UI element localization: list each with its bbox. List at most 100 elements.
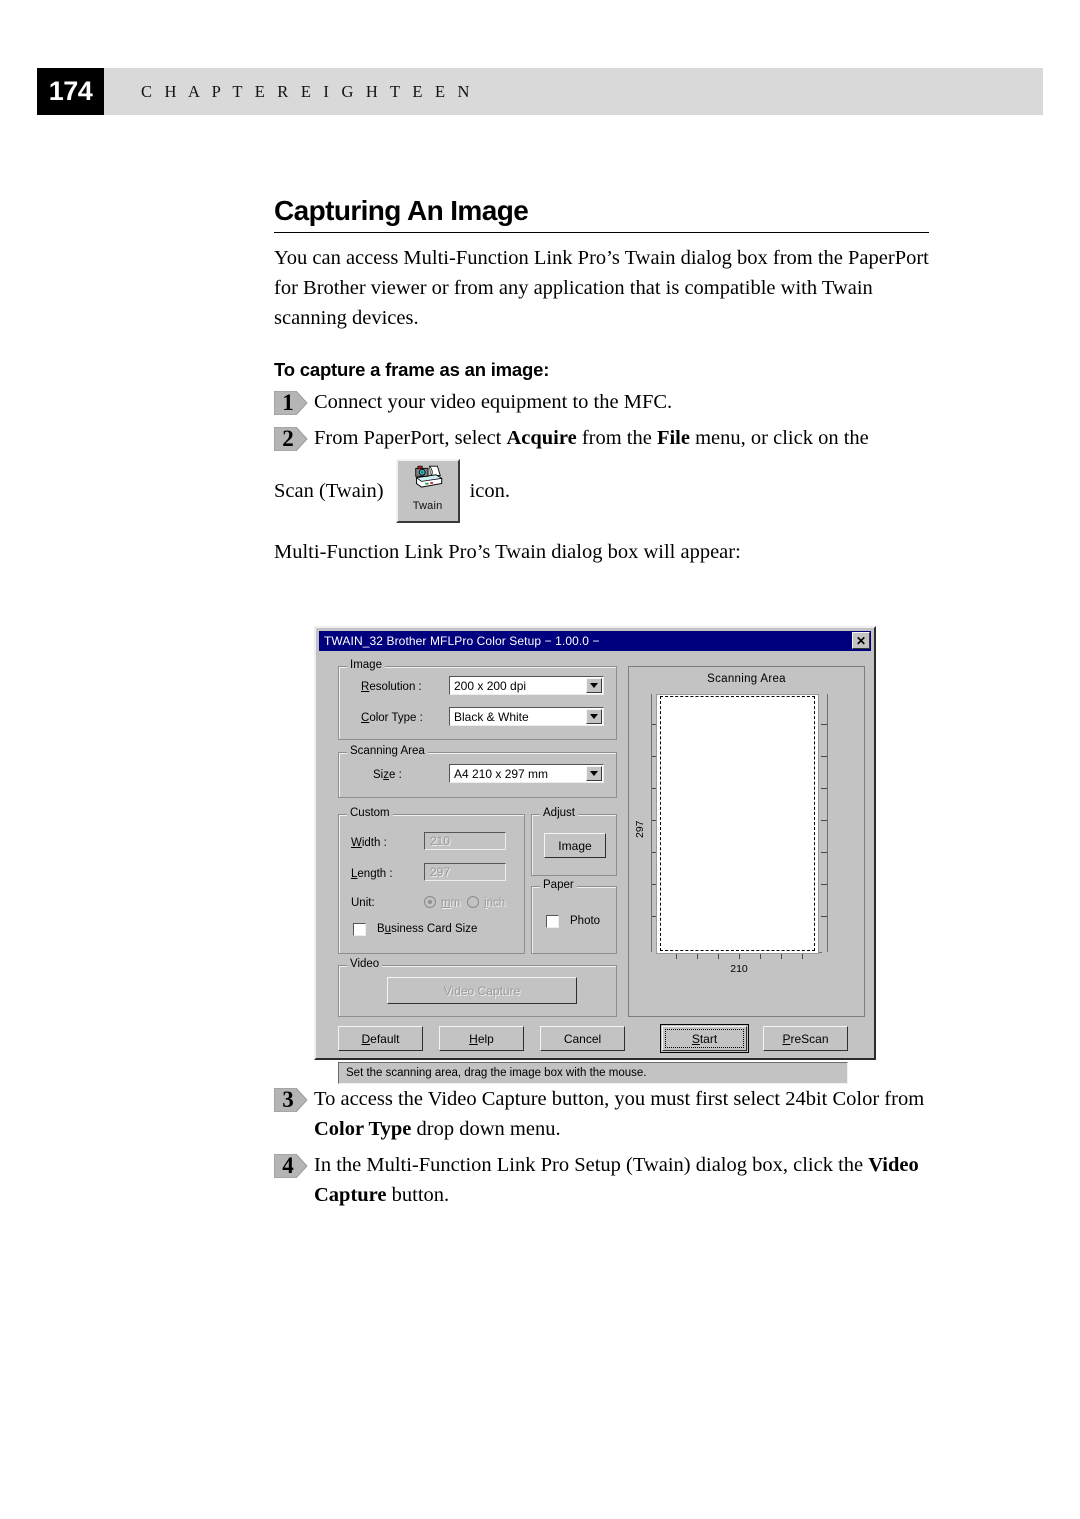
- step-2-text-before: From PaperPort, select: [314, 426, 507, 449]
- prescan-button[interactable]: PreScan: [763, 1026, 848, 1051]
- size-value: A4 210 x 297 mm: [454, 766, 549, 781]
- default-button[interactable]: Default: [338, 1026, 423, 1051]
- close-icon[interactable]: ✕: [852, 632, 870, 649]
- step-1: 1 Connect your video equipment to the MF…: [274, 387, 934, 417]
- adjust-image-button-label: Image: [558, 838, 592, 853]
- unit-mm-radio[interactable]: [424, 896, 436, 908]
- step-4: 4 In the Multi-Function Link Pro Setup (…: [274, 1150, 934, 1210]
- photo-checkbox[interactable]: [546, 915, 559, 928]
- step-2: 2 From PaperPort, select Acquire from th…: [274, 423, 934, 453]
- photo-label: Photo: [570, 915, 601, 927]
- help-button-label: Help: [469, 1031, 494, 1046]
- sub-heading: To capture a frame as an image:: [274, 358, 550, 380]
- dialog-titlebar: TWAIN_32 Brother MFLPro Color Setup − 1.…: [319, 631, 871, 651]
- step-number-2: 2: [282, 425, 294, 451]
- twain-toolbar-button[interactable]: Twain: [395, 458, 460, 523]
- preview-height-label: 297: [634, 820, 646, 838]
- resolution-value: 200 x 200 dpi: [454, 678, 527, 693]
- start-button-label: Start: [665, 1029, 744, 1048]
- step-1-text: Connect your video equipment to the MFC.: [314, 390, 673, 413]
- group-adjust-legend: Adjust: [540, 807, 578, 819]
- group-video-legend: Video: [347, 958, 383, 970]
- step-3: 3 To access the Video Capture button, yo…: [274, 1084, 934, 1144]
- twain-suffix-text: icon.: [469, 479, 510, 502]
- prescan-button-label: PreScan: [782, 1031, 829, 1046]
- chapter-label: C H A P T E R E I G H T E E N: [141, 81, 474, 101]
- step-3-bold-color-type: Color Type: [314, 1118, 412, 1140]
- group-paper: Paper Photo: [531, 879, 617, 954]
- twain-icon-caption: Twain: [412, 499, 443, 512]
- resolution-label: Resolution :: [361, 681, 422, 693]
- step-number-3: 3: [282, 1087, 294, 1112]
- width-input[interactable]: 210: [424, 832, 506, 850]
- color-type-label: Color Type :: [361, 712, 423, 724]
- selection-rectangle[interactable]: [660, 696, 815, 951]
- length-input[interactable]: 297: [424, 863, 506, 881]
- unit-inch-label: inch: [484, 897, 506, 909]
- unit-mm-label: mm: [441, 897, 461, 909]
- step-marker-2: 2: [274, 425, 308, 451]
- color-type-value: Black & White: [454, 709, 529, 724]
- group-paper-legend: Paper: [540, 879, 577, 891]
- length-value: 297: [430, 865, 451, 879]
- page-header: 174 C H A P T E R E I G H T E E N: [37, 68, 1043, 115]
- width-label: Width :: [351, 837, 387, 849]
- step-2-text-mid: from the: [576, 426, 657, 449]
- page-number: 174: [37, 68, 104, 115]
- group-image-legend: Image: [347, 659, 385, 671]
- adjust-image-button[interactable]: Image: [544, 833, 606, 858]
- business-card-size-label: Business Card Size: [377, 923, 478, 935]
- width-value: 210: [430, 834, 451, 848]
- default-button-label: Default: [361, 1031, 400, 1046]
- step-2-text-after: menu, or click on the: [689, 426, 869, 449]
- group-scanning-area-legend: Scanning Area: [347, 745, 428, 757]
- scanner-camera-icon: [414, 465, 443, 488]
- help-button[interactable]: Help: [439, 1026, 524, 1051]
- chevron-down-icon[interactable]: [586, 678, 602, 693]
- step-2-bold-file: File: [656, 426, 690, 449]
- group-adjust: Adjust Image: [531, 807, 617, 876]
- step-2-bold-acquire: Acquire: [506, 426, 577, 449]
- step-number-4: 4: [282, 1153, 294, 1178]
- group-custom: Custom Width : 210 Length : 297 Unit: mm…: [338, 807, 525, 954]
- cancel-button[interactable]: Cancel: [540, 1026, 625, 1051]
- video-capture-button[interactable]: Video Capture: [387, 977, 577, 1004]
- page-title: Capturing An Image: [274, 195, 529, 226]
- step-3-text-after: drop down menu.: [411, 1118, 561, 1140]
- twain-prefix-text: Scan (Twain): [274, 479, 384, 502]
- scanning-area-preview[interactable]: Scanning Area 297 210: [628, 666, 865, 1017]
- chevron-down-icon[interactable]: [586, 709, 602, 724]
- length-label: Length :: [351, 868, 393, 880]
- intro-paragraph: You can access Multi-Function Link Pro’s…: [274, 246, 929, 329]
- dialog-caption: Multi-Function Link Pro’s Twain dialog b…: [274, 540, 741, 563]
- step-marker-3: 3: [274, 1087, 308, 1112]
- content-column-lower: 3 To access the Video Capture button, yo…: [274, 1078, 934, 1210]
- video-capture-button-label: Video Capture: [443, 983, 521, 998]
- resolution-combo[interactable]: 200 x 200 dpi: [449, 676, 604, 695]
- title-rule: [274, 231, 929, 233]
- group-custom-legend: Custom: [347, 807, 393, 819]
- twain-icon-line: Scan (Twain) Twain icon.: [274, 455, 934, 527]
- twain-dialog: TWAIN_32 Brother MFLPro Color Setup − 1.…: [314, 626, 876, 1084]
- cancel-button-label: Cancel: [563, 1031, 602, 1046]
- color-type-combo[interactable]: Black & White: [449, 707, 604, 726]
- group-image: Image Resolution : 200 x 200 dpi Color T…: [338, 659, 617, 740]
- group-video: Video Video Capture: [338, 958, 617, 1017]
- step-number-1: 1: [282, 389, 294, 415]
- step-4-text-before: In the Multi-Function Link Pro Setup (Tw…: [314, 1154, 869, 1176]
- unit-inch-radio[interactable]: [467, 896, 479, 908]
- unit-label: Unit:: [351, 897, 375, 909]
- step-marker-1: 1: [274, 389, 308, 415]
- business-card-size-checkbox[interactable]: [353, 923, 366, 936]
- preview-title: Scanning Area: [707, 673, 786, 685]
- step-marker-4: 4: [274, 1153, 308, 1178]
- chevron-down-icon[interactable]: [586, 766, 602, 781]
- size-combo[interactable]: A4 210 x 297 mm: [449, 764, 604, 783]
- start-button[interactable]: Start: [660, 1024, 749, 1053]
- content-column: Capturing An Image You can access Multi-…: [274, 196, 934, 567]
- dialog-title: TWAIN_32 Brother MFLPro Color Setup − 1.…: [324, 634, 600, 648]
- step-4-text-after: button.: [386, 1184, 450, 1206]
- size-label: Size :: [373, 769, 402, 781]
- preview-width-label: 210: [730, 963, 748, 975]
- step-3-text-before: To access the Video Capture button, you …: [314, 1088, 925, 1110]
